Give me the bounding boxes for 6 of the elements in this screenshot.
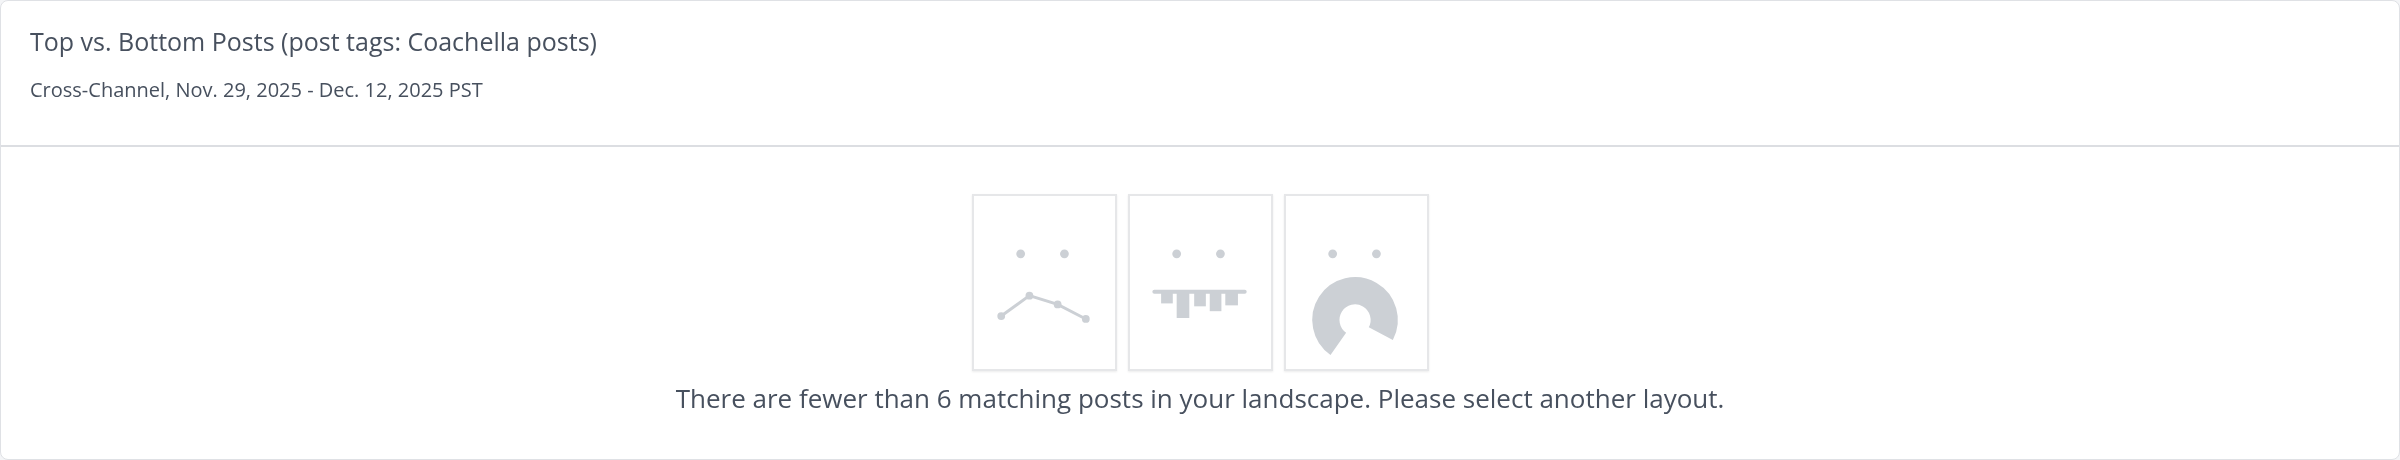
sad-line-chart-icon (971, 194, 1117, 371)
date-range-subtitle: Cross-Channel, Nov. 29, 2025 - Dec. 12, 2025 PST (30, 76, 484, 104)
sad-bar-chart-icon (1127, 194, 1273, 371)
chart-title: Top vs. Bottom Posts (post tags: Coachella posts) (30, 23, 598, 59)
sad-donut-chart-icon (1283, 194, 1429, 371)
empty-state-message: There are fewer than 6 matching posts in your landscape. Please select another layout. (675, 381, 1725, 415)
